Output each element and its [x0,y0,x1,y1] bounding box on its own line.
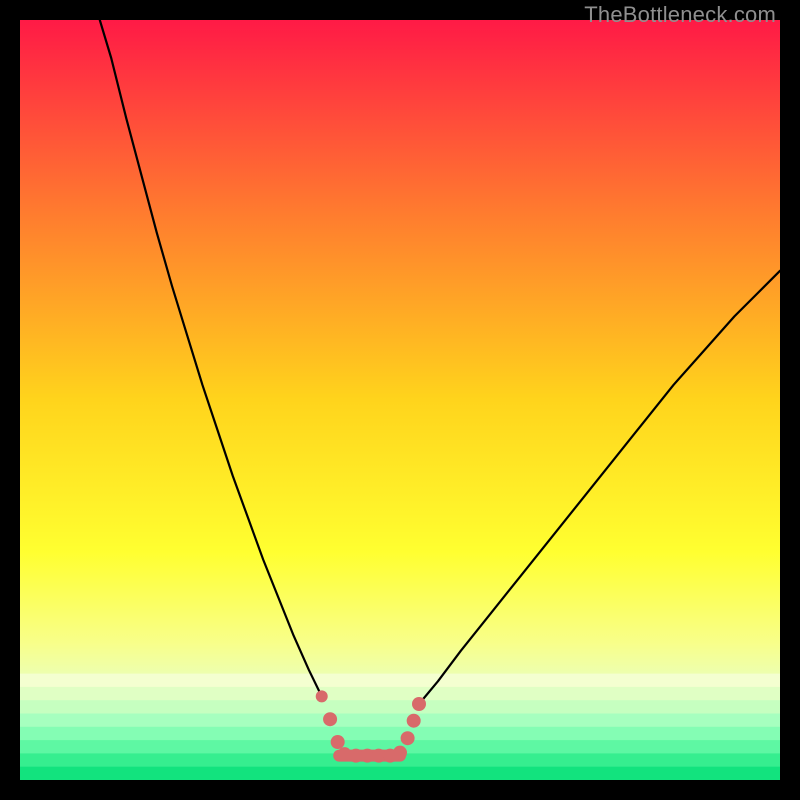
marker-dot [393,746,407,760]
marker-dot [401,731,415,745]
bottleneck-chart [20,20,780,780]
watermark-text: TheBottleneck.com [584,2,776,28]
chart-frame [20,20,780,780]
chart-background [20,20,780,780]
marker-dot [331,735,345,749]
marker-dot [412,697,426,711]
marker-dot [316,690,328,702]
marker-dot [407,714,421,728]
marker-dot [323,712,337,726]
bottom-bands [20,674,780,780]
